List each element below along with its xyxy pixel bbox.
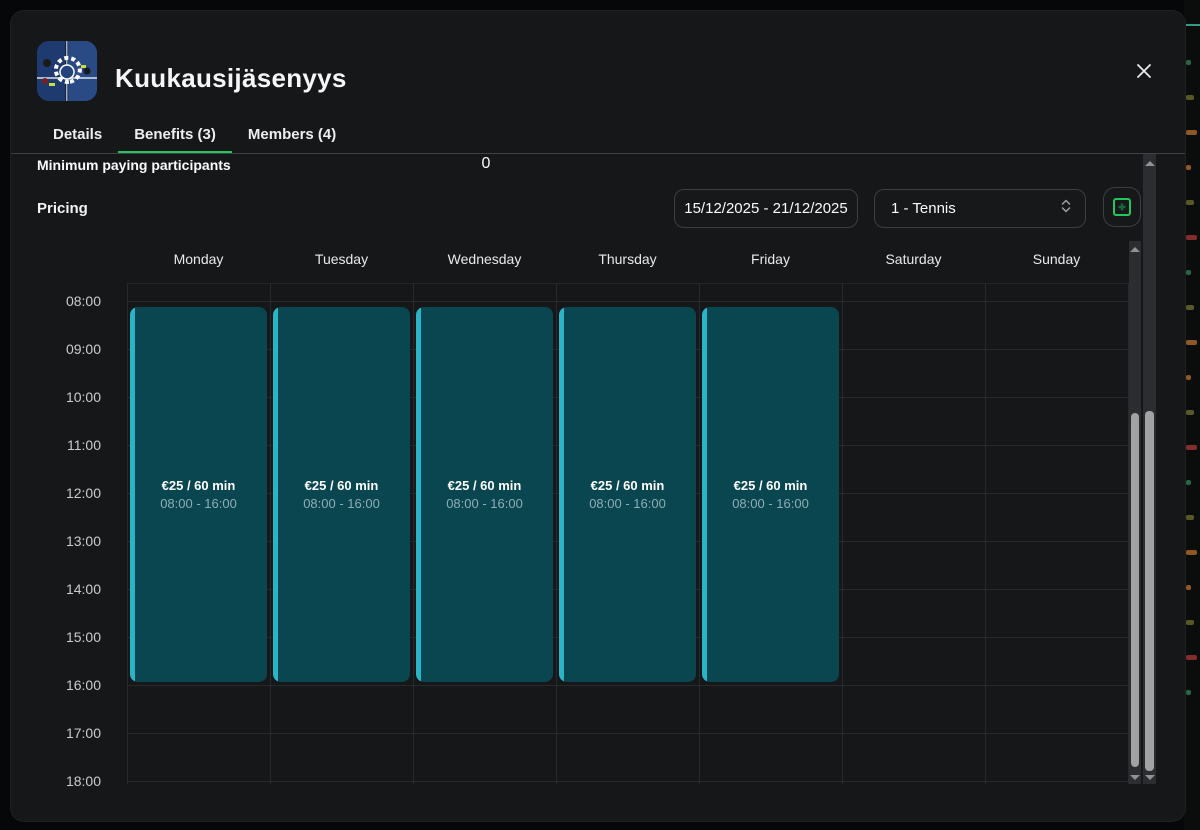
background-accent-line (1184, 24, 1200, 26)
background-page-fragment (1186, 305, 1194, 310)
background-page-fragment (1186, 165, 1191, 170)
time-label-08-00: 08:00 (37, 293, 101, 309)
close-button[interactable] (1129, 56, 1159, 86)
content-scrollbar-thumb[interactable] (1145, 411, 1154, 771)
event-time-range: 08:00 - 16:00 (160, 496, 237, 511)
min-participants-label: Minimum paying participants (37, 157, 231, 173)
gridline-horizontal (127, 301, 1128, 302)
day-header-tuesday: Tuesday (270, 251, 413, 267)
pricing-event-wednesday[interactable]: €25 / 60 min 08:00 - 16:00 (416, 307, 553, 682)
day-header-wednesday: Wednesday (413, 251, 556, 267)
time-label-13-00: 13:00 (37, 533, 101, 549)
pricing-event-monday[interactable]: €25 / 60 min 08:00 - 16:00 (130, 307, 267, 682)
time-label-09-00: 09:00 (37, 341, 101, 357)
background-page-strip (1184, 0, 1200, 830)
gridline-horizontal (127, 685, 1128, 686)
add-box-icon (1112, 197, 1132, 217)
background-page-fragment (1186, 410, 1194, 415)
time-label-10-00: 10:00 (37, 389, 101, 405)
background-page-fragment (1186, 480, 1191, 485)
time-label-16-00: 16:00 (37, 677, 101, 693)
event-price: €25 / 60 min (591, 478, 665, 493)
background-page-fragment (1186, 620, 1194, 625)
gridline-vertical (413, 283, 414, 784)
time-label-14-00: 14:00 (37, 581, 101, 597)
tab-benefits-3[interactable]: Benefits (3) (118, 121, 232, 154)
content-scroll-up-icon[interactable] (1145, 161, 1155, 166)
membership-modal: Kuukausijäsenyys DetailsBenefits (3)Memb… (10, 10, 1186, 822)
background-page-fragment (1186, 655, 1197, 660)
tabbar-divider (11, 153, 1186, 154)
background-page-fragment (1186, 60, 1191, 65)
calendar-scrollbar-thumb[interactable] (1131, 413, 1139, 767)
event-price: €25 / 60 min (162, 478, 236, 493)
event-accent-bar (416, 307, 421, 682)
day-header-thursday: Thursday (556, 251, 699, 267)
padel-court-photo (37, 41, 97, 101)
background-page-fragment (1186, 235, 1197, 240)
close-icon (1135, 62, 1153, 80)
background-page-fragment (1186, 550, 1197, 555)
time-label-12-00: 12:00 (37, 485, 101, 501)
event-time-range: 08:00 - 16:00 (303, 496, 380, 511)
event-time-range: 08:00 - 16:00 (589, 496, 666, 511)
gridline-horizontal (127, 781, 1128, 782)
add-pricing-button[interactable] (1103, 187, 1141, 227)
pricing-event-thursday[interactable]: €25 / 60 min 08:00 - 16:00 (559, 307, 696, 682)
calendar-scroll-down-icon[interactable] (1130, 775, 1140, 780)
time-label-15-00: 15:00 (37, 629, 101, 645)
pricing-event-tuesday[interactable]: €25 / 60 min 08:00 - 16:00 (273, 307, 410, 682)
content-scroll-down-icon[interactable] (1145, 775, 1155, 780)
date-range-picker[interactable]: 15/12/2025 - 21/12/2025 (674, 189, 858, 228)
min-participants-value[interactable]: 0 (471, 155, 501, 173)
gridline-vertical (985, 283, 986, 784)
membership-avatar (37, 41, 97, 101)
day-header-saturday: Saturday (842, 251, 985, 267)
background-page-fragment (1186, 95, 1194, 100)
event-accent-bar (273, 307, 278, 682)
event-price: €25 / 60 min (305, 478, 379, 493)
date-range-value: 15/12/2025 - 21/12/2025 (684, 200, 847, 217)
event-accent-bar (559, 307, 564, 682)
background-page-fragment (1186, 200, 1194, 205)
time-label-18-00: 18:00 (37, 773, 101, 789)
background-page-fragment (1186, 340, 1197, 345)
tab-members-4[interactable]: Members (4) (232, 121, 352, 154)
sport-select-value: 1 - Tennis (891, 200, 1061, 217)
gridline-horizontal (127, 733, 1128, 734)
background-page-fragment (1186, 690, 1191, 695)
select-chevrons-icon (1061, 198, 1071, 219)
gridline-vertical (127, 283, 128, 784)
event-time-range: 08:00 - 16:00 (446, 496, 523, 511)
tab-details[interactable]: Details (37, 121, 118, 154)
tab-bar: DetailsBenefits (3)Members (4) (37, 121, 352, 154)
event-price: €25 / 60 min (734, 478, 808, 493)
day-header-monday: Monday (127, 251, 270, 267)
page-title: Kuukausijäsenyys (115, 63, 347, 94)
event-time-range: 08:00 - 16:00 (732, 496, 809, 511)
gridline-vertical (699, 283, 700, 784)
day-header-sunday: Sunday (985, 251, 1128, 267)
event-accent-bar (702, 307, 707, 682)
background-page-fragment (1186, 515, 1194, 520)
event-accent-bar (130, 307, 135, 682)
event-price: €25 / 60 min (448, 478, 522, 493)
background-page-fragment (1186, 585, 1191, 590)
sport-select[interactable]: 1 - Tennis (874, 189, 1086, 228)
day-header-friday: Friday (699, 251, 842, 267)
gridline-vertical (556, 283, 557, 784)
gridline-vertical (842, 283, 843, 784)
pricing-heading: Pricing (37, 200, 88, 217)
time-label-11-00: 11:00 (37, 437, 101, 453)
pricing-event-friday[interactable]: €25 / 60 min 08:00 - 16:00 (702, 307, 839, 682)
background-page-fragment (1186, 375, 1191, 380)
calendar-scroll-up-icon[interactable] (1130, 247, 1140, 252)
time-label-17-00: 17:00 (37, 725, 101, 741)
gridline-vertical (270, 283, 271, 784)
background-page-fragment (1186, 270, 1191, 275)
background-page-fragment (1186, 130, 1197, 135)
calendar-grid-top-border (127, 283, 1128, 284)
background-page-fragment (1186, 445, 1197, 450)
